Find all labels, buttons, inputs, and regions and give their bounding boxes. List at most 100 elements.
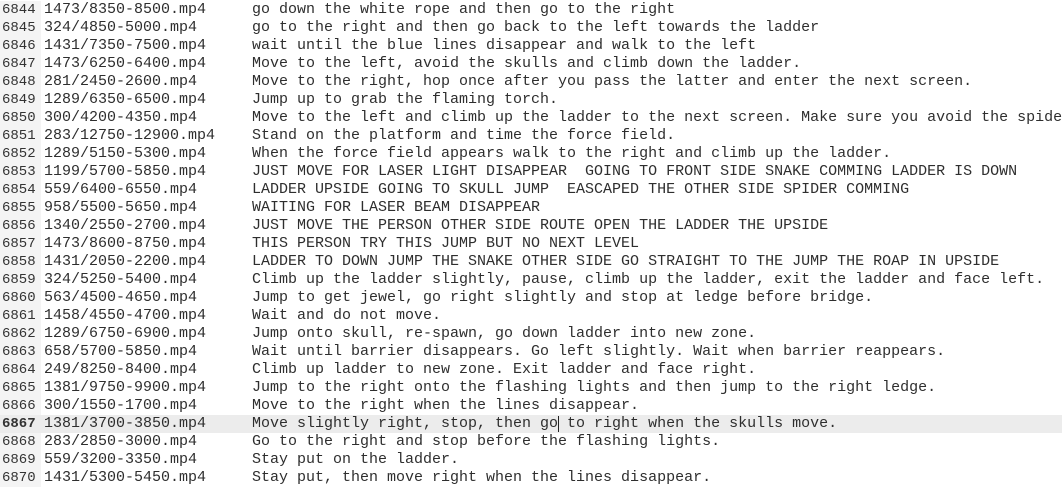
- editor-line[interactable]: 6850 300/4200-4350.mp4 Move to the left an…: [0, 109, 1062, 127]
- line-number: 6846: [0, 37, 41, 55]
- editor-line[interactable]: 6846 1431/7350-7500.mp4 wait until the blu…: [0, 37, 1062, 55]
- instruction-text: Move slightly right, stop, then go to ri…: [252, 415, 838, 432]
- line-number: 6848: [0, 73, 41, 91]
- editor-line[interactable]: 6864 249/8250-8400.mp4 Climb up ladder to …: [0, 361, 1062, 379]
- line-number: 6869: [0, 451, 41, 469]
- video-filename: 559/6400-6550.mp4: [44, 181, 198, 198]
- instruction-text: JUST MOVE THE PERSON OTHER SIDE ROUTE OP…: [252, 217, 829, 234]
- video-filename: 1458/4550-4700.mp4: [44, 307, 207, 324]
- line-number: 6844: [0, 1, 41, 19]
- editor-line[interactable]: 6849 1289/6350-6500.mp4 Jump up to grab th…: [0, 91, 1062, 109]
- editor-line[interactable]: 6866 300/1550-1700.mp4 Move to the right w…: [0, 397, 1062, 415]
- video-filename: 1199/5700-5850.mp4: [44, 163, 207, 180]
- video-filename: 324/4850-5000.mp4: [44, 19, 198, 36]
- video-filename: 1473/8600-8750.mp4: [44, 235, 207, 252]
- line-number: 6868: [0, 433, 41, 451]
- editor-line[interactable]: 6863 658/5700-5850.mp4 Wait until barrier …: [0, 343, 1062, 361]
- instruction-text: When the force field appears walk to the…: [252, 145, 892, 162]
- line-number: 6867: [0, 415, 41, 433]
- video-filename: 281/2450-2600.mp4: [44, 73, 198, 90]
- video-filename: 1289/5150-5300.mp4: [44, 145, 207, 162]
- instruction-text: Move to the left and climb up the ladder…: [252, 109, 1062, 126]
- instruction-text: LADDER UPSIDE GOING TO SKULL JUMP EASCAP…: [252, 181, 910, 198]
- instruction-text: wait until the blue lines disappear and …: [252, 37, 757, 54]
- instruction-text: Move to the left, avoid the skulls and c…: [252, 55, 802, 72]
- editor-line-current[interactable]: 6867 1381/3700-3850.mp4 Move slightly righ…: [0, 415, 1062, 433]
- line-number: 6861: [0, 307, 41, 325]
- instruction-text: WAITING FOR LASER BEAM DISAPPEAR: [252, 199, 541, 216]
- editor-line[interactable]: 6851 283/12750-12900.mp4 Stand on the plat…: [0, 127, 1062, 145]
- instruction-text: Move to the right when the lines disappe…: [252, 397, 640, 414]
- video-filename: 1473/8350-8500.mp4: [44, 1, 207, 18]
- editor-line[interactable]: 6860 563/4500-4650.mp4 Jump to get jewel, …: [0, 289, 1062, 307]
- instruction-text: THIS PERSON TRY THIS JUMP BUT NO NEXT LE…: [252, 235, 640, 252]
- line-number: 6845: [0, 19, 41, 37]
- text-editor[interactable]: 6844 1473/8350-8500.mp4 go down the white …: [0, 1, 1062, 487]
- video-filename: 1431/5300-5450.mp4: [44, 469, 207, 486]
- video-filename: 300/4200-4350.mp4: [44, 109, 198, 126]
- line-number: 6854: [0, 181, 41, 199]
- instruction-text: Stand on the platform and time the force…: [252, 127, 676, 144]
- video-filename: 658/5700-5850.mp4: [44, 343, 198, 360]
- instruction-text: Stay put, then move right when the lines…: [252, 469, 712, 486]
- instruction-text: JUST MOVE FOR LASER LIGHT DISAPPEAR GOIN…: [252, 163, 1018, 180]
- line-number: 6864: [0, 361, 41, 379]
- line-number: 6859: [0, 271, 41, 289]
- video-filename: 1431/7350-7500.mp4: [44, 37, 207, 54]
- instruction-text: Move to the right, hop once after you pa…: [252, 73, 973, 90]
- instruction-text: Jump onto skull, re-spawn, go down ladde…: [252, 325, 757, 342]
- line-number: 6863: [0, 343, 41, 361]
- video-filename: 563/4500-4650.mp4: [44, 289, 198, 306]
- editor-line[interactable]: 6869 559/3200-3350.mp4 Stay put on the lad…: [0, 451, 1062, 469]
- editor-line[interactable]: 6858 1431/2050-2200.mp4 LADDER TO DOWN JUM…: [0, 253, 1062, 271]
- line-number: 6847: [0, 55, 41, 73]
- editor-line[interactable]: 6868 283/2850-3000.mp4 Go to the right and…: [0, 433, 1062, 451]
- line-number: 6858: [0, 253, 41, 271]
- editor-line[interactable]: 6861 1458/4550-4700.mp4 Wait and do not mo…: [0, 307, 1062, 325]
- editor-line[interactable]: 6856 1340/2550-2700.mp4 JUST MOVE THE PERS…: [0, 217, 1062, 235]
- video-filename: 324/5250-5400.mp4: [44, 271, 198, 288]
- editor-line[interactable]: 6852 1289/5150-5300.mp4 When the force fie…: [0, 145, 1062, 163]
- instruction-text: go down the white rope and then go to th…: [252, 1, 676, 18]
- video-filename: 1340/2550-2700.mp4: [44, 217, 207, 234]
- instruction-text: Wait until barrier disappears. Go left s…: [252, 343, 946, 360]
- line-number: 6850: [0, 109, 41, 127]
- editor-line[interactable]: 6855 958/5500-5650.mp4 WAITING FOR LASER B…: [0, 199, 1062, 217]
- editor-line[interactable]: 6859 324/5250-5400.mp4 Climb up the ladder…: [0, 271, 1062, 289]
- line-number: 6851: [0, 127, 41, 145]
- editor-line[interactable]: 6854 559/6400-6550.mp4 LADDER UPSIDE GOING…: [0, 181, 1062, 199]
- text-cursor: [558, 416, 559, 432]
- line-number: 6857: [0, 235, 41, 253]
- video-filename: 1473/6250-6400.mp4: [44, 55, 207, 72]
- editor-line[interactable]: 6870 1431/5300-5450.mp4 Stay put, then mov…: [0, 469, 1062, 487]
- instruction-text: LADDER TO DOWN JUMP THE SNAKE OTHER SIDE…: [252, 253, 1000, 270]
- editor-line[interactable]: 6862 1289/6750-6900.mp4 Jump onto skull, r…: [0, 325, 1062, 343]
- instruction-text: Wait and do not move.: [252, 307, 442, 324]
- instruction-text: Jump up to grab the flaming torch.: [252, 91, 559, 108]
- video-filename: 300/1550-1700.mp4: [44, 397, 198, 414]
- video-filename: 283/12750-12900.mp4: [44, 127, 216, 144]
- editor-line[interactable]: 6853 1199/5700-5850.mp4 JUST MOVE FOR LASE…: [0, 163, 1062, 181]
- instruction-text: Jump to the right onto the flashing ligh…: [252, 379, 937, 396]
- line-number: 6856: [0, 217, 41, 235]
- line-number: 6852: [0, 145, 41, 163]
- line-number: 6860: [0, 289, 41, 307]
- editor-line[interactable]: 6847 1473/6250-6400.mp4 Move to the left, …: [0, 55, 1062, 73]
- instruction-text: Go to the right and stop before the flas…: [252, 433, 721, 450]
- instruction-text: Jump to get jewel, go right slightly and…: [252, 289, 874, 306]
- instruction-text: Climb up the ladder slightly, pause, cli…: [252, 271, 1045, 288]
- editor-line[interactable]: 6865 1381/9750-9900.mp4 Jump to the right …: [0, 379, 1062, 397]
- video-filename: 1381/3700-3850.mp4: [44, 415, 207, 432]
- video-filename: 1381/9750-9900.mp4: [44, 379, 207, 396]
- instruction-text: Climb up ladder to new zone. Exit ladder…: [252, 361, 757, 378]
- line-number: 6855: [0, 199, 41, 217]
- video-filename: 249/8250-8400.mp4: [44, 361, 198, 378]
- instruction-text: Stay put on the ladder.: [252, 451, 460, 468]
- editor-line[interactable]: 6857 1473/8600-8750.mp4 THIS PERSON TRY TH…: [0, 235, 1062, 253]
- instruction-text: go to the right and then go back to the …: [252, 19, 820, 36]
- video-filename: 958/5500-5650.mp4: [44, 199, 198, 216]
- editor-line[interactable]: 6844 1473/8350-8500.mp4 go down the white …: [0, 1, 1062, 19]
- line-number: 6862: [0, 325, 41, 343]
- editor-line[interactable]: 6845 324/4850-5000.mp4 go to the right and…: [0, 19, 1062, 37]
- editor-line[interactable]: 6848 281/2450-2600.mp4 Move to the right, …: [0, 73, 1062, 91]
